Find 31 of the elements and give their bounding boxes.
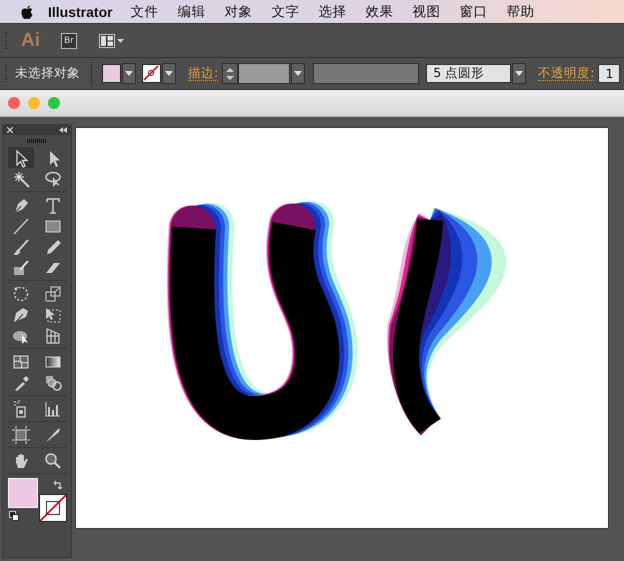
spinner-icon[interactable] [222, 63, 238, 84]
variable-width-field[interactable] [313, 63, 420, 84]
workspace-layout-icon[interactable] [98, 34, 125, 48]
close-icon[interactable] [7, 127, 13, 133]
brush-field[interactable]: 5 点圆形 [426, 64, 512, 83]
app-menu[interactable]: Illustrator [48, 4, 113, 20]
menu-item[interactable]: 视图 [412, 2, 441, 20]
menu-item[interactable]: 编辑 [178, 2, 206, 20]
stroke-color-swatch[interactable] [142, 64, 161, 83]
stroke-label[interactable]: 描边: [188, 66, 218, 81]
fill-swatch[interactable] [8, 478, 38, 508]
stroke-swatch[interactable] [39, 494, 67, 522]
default-colors-icon[interactable] [9, 511, 19, 521]
grip-icon[interactable] [27, 139, 47, 143]
menu-item[interactable]: 窗口 [460, 2, 488, 20]
menu-item[interactable]: 文字 [272, 2, 300, 20]
opacity-field[interactable]: 1 [598, 64, 620, 83]
opacity-label[interactable]: 不透明度: [538, 66, 594, 81]
menu-item[interactable]: 选择 [318, 2, 347, 20]
selection-status: 未选择对象 [15, 65, 80, 82]
bridge-button[interactable]: Br [61, 32, 77, 48]
app-logo: Ai [21, 30, 40, 52]
menu-item[interactable]: 效果 [366, 2, 394, 20]
fill-color-swatch[interactable] [102, 64, 121, 83]
menu-item[interactable]: 帮助 [506, 2, 535, 20]
menu-item[interactable]: 文件 [130, 2, 159, 20]
stroke-weight-field[interactable] [238, 63, 290, 84]
apple-icon[interactable] [20, 4, 34, 20]
menu-item[interactable]: 对象 [224, 2, 253, 20]
swap-icon[interactable] [53, 480, 63, 491]
collapse-icon[interactable] [59, 127, 67, 133]
